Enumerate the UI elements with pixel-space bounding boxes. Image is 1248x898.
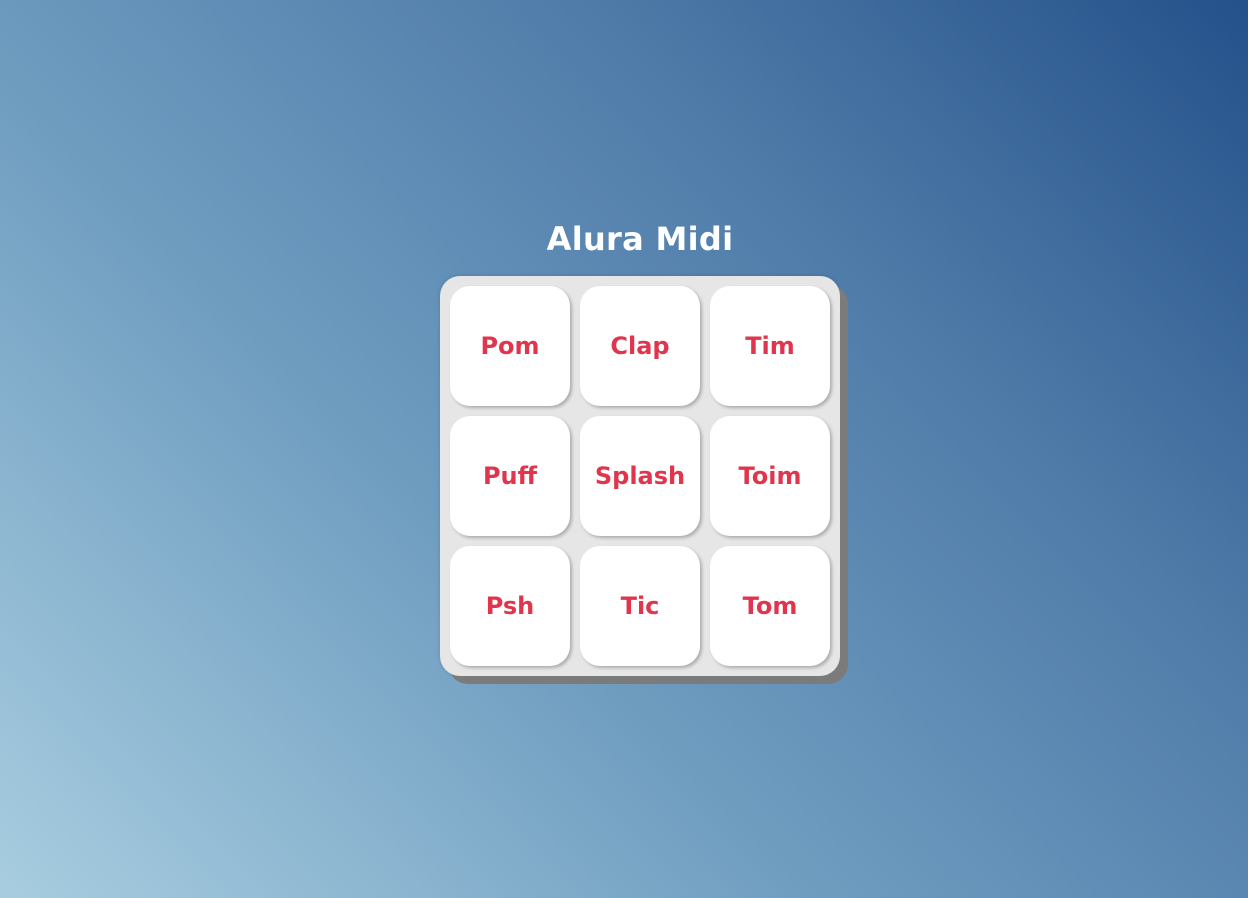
key-pom[interactable]: Pom — [450, 286, 570, 406]
page-title: Alura Midi — [546, 220, 734, 258]
key-tic[interactable]: Tic — [580, 546, 700, 666]
key-tom[interactable]: Tom — [710, 546, 830, 666]
key-splash[interactable]: Splash — [580, 416, 700, 536]
key-puff[interactable]: Puff — [450, 416, 570, 536]
key-clap[interactable]: Clap — [580, 286, 700, 406]
key-toim[interactable]: Toim — [710, 416, 830, 536]
key-tim[interactable]: Tim — [710, 286, 830, 406]
key-psh[interactable]: Psh — [450, 546, 570, 666]
midi-keyboard: Pom Clap Tim Puff Splash Toim Psh Tic To… — [440, 276, 840, 676]
app-root: Alura Midi Pom Clap Tim Puff Splash Toim… — [0, 0, 1248, 898]
